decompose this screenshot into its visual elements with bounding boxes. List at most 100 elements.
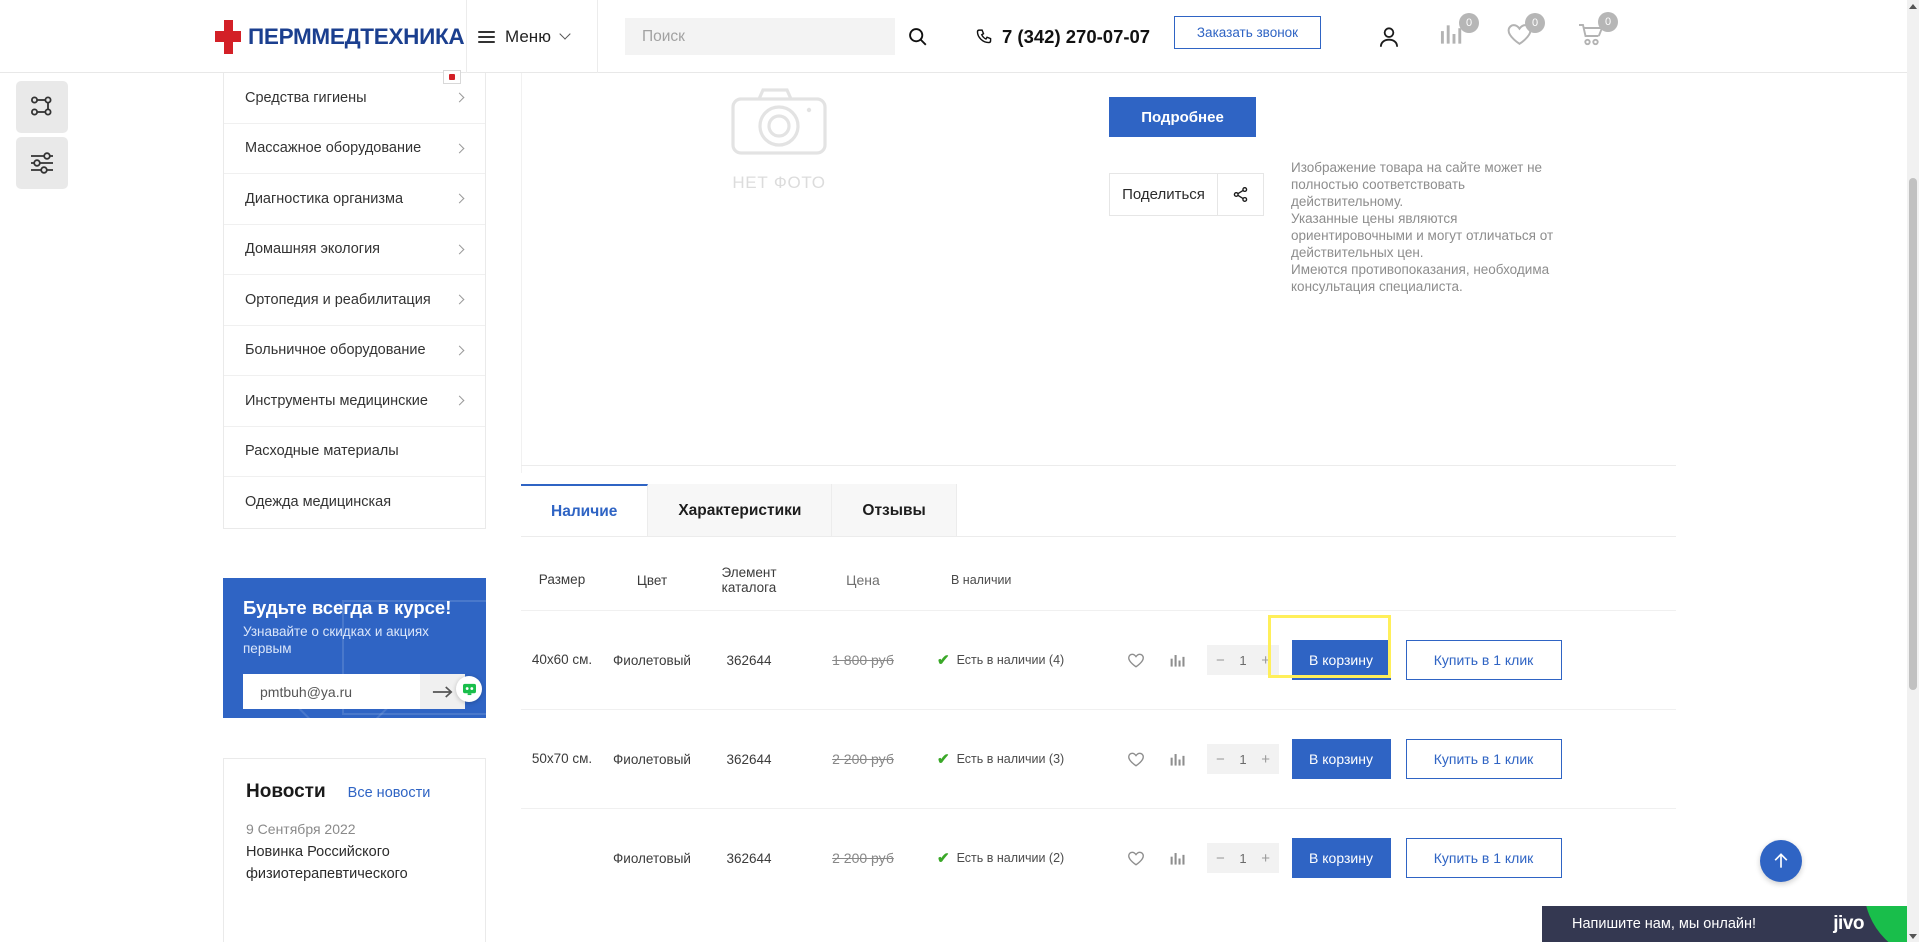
share-icon-wrap[interactable] xyxy=(1218,186,1263,203)
cart-button[interactable]: 0 xyxy=(1576,0,1618,73)
details-button[interactable]: Подробнее xyxy=(1109,97,1256,137)
table-row: Фиолетовый 362644 2 200 руб ✔ Есть в нал… xyxy=(521,808,1676,907)
account-button[interactable] xyxy=(1376,0,1402,73)
quantity-increase-button[interactable]: + xyxy=(1261,751,1270,768)
newsletter-field[interactable] xyxy=(243,674,465,709)
newsletter-title: Будьте всегда в курсе! xyxy=(243,597,452,618)
scroll-up-button[interactable] xyxy=(1907,0,1919,12)
cell-element: 362644 xyxy=(726,751,772,767)
cell-element: 362644 xyxy=(726,850,772,866)
cell-availability: ✔ Есть в наличии (3) xyxy=(929,750,1114,768)
compare-button[interactable]: 0 xyxy=(1440,0,1479,73)
sidebar-item-orthopedics[interactable]: Ортопедия и реабилитация xyxy=(224,275,485,326)
search-field[interactable] xyxy=(625,18,895,55)
favorites-button[interactable]: 0 xyxy=(1506,0,1545,73)
sidebar-item-label: Инструменты медицинские xyxy=(245,392,428,409)
col-price: Цена xyxy=(846,572,880,588)
filter-float-button[interactable] xyxy=(16,137,68,189)
arrow-right-icon xyxy=(432,685,452,698)
table-row: 50x70 см. Фиолетовый 362644 2 200 руб ✔ … xyxy=(521,709,1676,808)
oneclick-cell: Купить в 1 клик xyxy=(1396,739,1571,779)
quantity-value[interactable]: 1 xyxy=(1239,752,1246,767)
jivo-floating-badge[interactable] xyxy=(456,676,482,702)
phone-block[interactable]: 7 (342) 270-07-07 xyxy=(975,0,1150,73)
row-compare-button[interactable] xyxy=(1157,851,1200,866)
quantity-value[interactable]: 1 xyxy=(1239,851,1246,866)
jivo-chat-bar[interactable]: Напишите нам, мы онлайн! jivo xyxy=(1542,906,1919,942)
tab-specifications[interactable]: Характеристики xyxy=(648,484,833,537)
newsletter-email-input[interactable] xyxy=(260,683,430,700)
quantity-stepper[interactable]: − 1 + xyxy=(1200,843,1286,873)
quantity-decrease-button[interactable]: − xyxy=(1216,850,1225,867)
camera-icon xyxy=(731,88,827,155)
buy-one-click-button[interactable]: Купить в 1 клик xyxy=(1405,640,1562,680)
oneclick-cell: Купить в 1 клик xyxy=(1396,838,1571,878)
tab-reviews[interactable]: Отзывы xyxy=(832,484,957,537)
sidebar: Средства гигиены Массажное оборудование … xyxy=(223,73,486,942)
arrow-up-icon xyxy=(1774,853,1788,868)
phone-icon xyxy=(976,29,992,44)
sliders-icon xyxy=(31,152,53,174)
sidebar-item-medical-clothing[interactable]: Одежда медицинская xyxy=(224,477,485,528)
quantity-stepper[interactable]: − 1 + xyxy=(1200,645,1286,675)
sidebar-item-hospital-equipment[interactable]: Больничное оборудование xyxy=(224,326,485,376)
quantity-stepper[interactable]: − 1 + xyxy=(1200,744,1286,774)
cell-availability: ✔ Есть в наличии (4) xyxy=(929,651,1114,669)
heart-icon xyxy=(1127,851,1144,866)
cell-availability: ✔ Есть в наличии (2) xyxy=(929,849,1114,867)
sidebar-item-massage[interactable]: Массажное оборудование xyxy=(224,124,485,174)
site-logo[interactable]: ПЕРММЕДТЕХНИКА xyxy=(215,0,465,73)
sidebar-item-label: Диагностика организма xyxy=(245,190,404,207)
add-to-cart-button[interactable]: В корзину xyxy=(1291,739,1391,779)
newsletter-subtitle: Узнавайте о скидках и акциях первым xyxy=(243,624,429,656)
sidebar-item-medical-instruments[interactable]: Инструменты медицинские xyxy=(224,376,485,427)
col-color: Цвет xyxy=(636,572,668,588)
chevron-right-icon xyxy=(454,345,465,356)
news-header: Новости Все новости xyxy=(246,781,463,803)
sidebar-item-diagnostics[interactable]: Диагностика организма xyxy=(224,174,485,225)
buy-one-click-button[interactable]: Купить в 1 клик xyxy=(1405,838,1562,878)
sidebar-marker-badge xyxy=(443,70,461,84)
quantity-increase-button[interactable]: + xyxy=(1261,652,1270,669)
quantity-decrease-button[interactable]: − xyxy=(1216,652,1225,669)
scrollbar-thumb[interactable] xyxy=(1909,178,1917,690)
sidebar-item-home-ecology[interactable]: Домашняя экология xyxy=(224,225,485,275)
row-favorite-button[interactable] xyxy=(1114,751,1157,768)
sidebar-item-consumables[interactable]: Расходные материалы xyxy=(224,427,485,477)
scroll-to-top-button[interactable] xyxy=(1760,840,1802,882)
row-favorite-button[interactable] xyxy=(1114,850,1157,867)
all-news-link[interactable]: Все новости xyxy=(348,785,431,801)
buy-one-click-button[interactable]: Купить в 1 клик xyxy=(1405,739,1562,779)
phone-number: 7 (342) 270-07-07 xyxy=(1002,25,1151,47)
hamburger-icon xyxy=(478,30,495,43)
quantity-value[interactable]: 1 xyxy=(1239,653,1246,668)
main-content: НЕТ ФОТО Подробнее Поделиться Изображени… xyxy=(521,73,1676,878)
row-favorite-button[interactable] xyxy=(1114,652,1157,669)
add-to-cart-button[interactable]: В корзину xyxy=(1291,838,1391,878)
quantity-increase-button[interactable]: + xyxy=(1261,850,1270,867)
main-menu-button[interactable]: Меню xyxy=(478,0,571,73)
tab-availability[interactable]: Наличие xyxy=(521,484,649,537)
scroll-down-button[interactable] xyxy=(1907,930,1919,942)
row-compare-button[interactable] xyxy=(1157,752,1200,767)
compare-float-button[interactable] xyxy=(16,81,68,133)
product-card: НЕТ ФОТО Подробнее Поделиться Изображени… xyxy=(521,73,1676,466)
search-input[interactable] xyxy=(642,27,895,46)
share-button[interactable]: Поделиться xyxy=(1109,173,1264,216)
chevron-right-icon xyxy=(454,92,465,103)
search-button[interactable] xyxy=(895,18,940,55)
callback-button[interactable]: Заказать звонок xyxy=(1174,16,1321,49)
row-compare-button[interactable] xyxy=(1157,653,1200,668)
cell-size: 40x60 см. xyxy=(531,652,593,667)
oneclick-cell: Купить в 1 клик xyxy=(1396,640,1571,680)
quantity-decrease-button[interactable]: − xyxy=(1216,751,1225,768)
news-heading: Новости xyxy=(246,781,326,802)
triangle-down-icon xyxy=(1909,933,1917,939)
cell-price: 2 200 руб xyxy=(832,850,894,866)
heart-icon xyxy=(1127,752,1144,767)
favorites-count-badge: 0 xyxy=(1525,12,1545,33)
news-item-title[interactable]: Новинка Российского физиотерапевтическог… xyxy=(246,841,463,885)
page-scrollbar[interactable] xyxy=(1907,0,1919,942)
table-row: 40x60 см. Фиолетовый 362644 1 800 руб ✔ … xyxy=(521,610,1676,709)
add-to-cart-button[interactable]: В корзину xyxy=(1291,640,1391,680)
